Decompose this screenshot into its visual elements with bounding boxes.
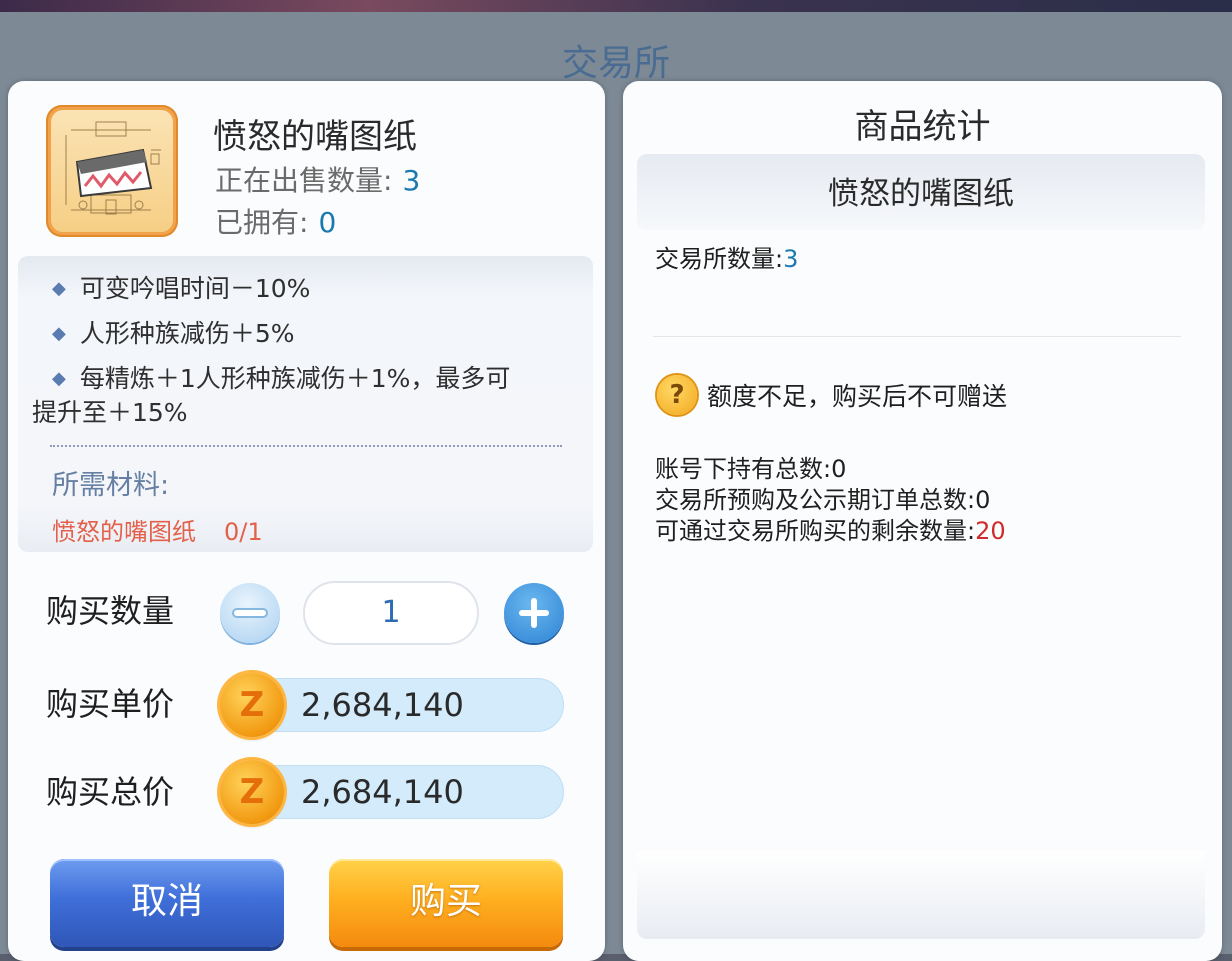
- material-name: 愤怒的嘴图纸: [52, 518, 196, 546]
- total-price-value: 2,684,140: [301, 773, 464, 811]
- held-total-value: 0: [831, 455, 847, 483]
- stats-title: 商品统计: [854, 107, 991, 147]
- stats-item-name: 愤怒的嘴图纸: [828, 176, 1014, 212]
- exchange-title: 交易所: [561, 43, 670, 84]
- minus-icon: [234, 610, 266, 616]
- unit-price-label: 购买单价: [46, 685, 175, 723]
- help-icon[interactable]: ?: [657, 375, 697, 415]
- effect-item: ◆ 可变吟唱时间－10%: [52, 274, 311, 303]
- decrease-quantity-button[interactable]: [220, 583, 280, 643]
- on-sale-value: 3: [402, 164, 421, 197]
- item-icon-frame: [46, 105, 178, 237]
- owned-value: 0: [318, 206, 337, 239]
- increase-quantity-button[interactable]: [504, 583, 564, 643]
- material-item: 愤怒的嘴图纸 0/1: [52, 512, 263, 547]
- remaining-label: 可通过交易所购买的剩余数量:: [655, 517, 976, 545]
- divider: [653, 336, 1181, 337]
- diamond-bullet-icon: ◆: [52, 323, 66, 344]
- remaining-quantity: 可通过交易所购买的剩余数量:20: [655, 511, 1006, 546]
- unit-price-field: 2,684,140: [243, 678, 564, 732]
- held-total: 账号下持有总数:0: [655, 449, 846, 484]
- quantity-label: 购买数量: [46, 592, 175, 630]
- materials-label: 所需材料:: [52, 470, 170, 501]
- effect-item: ◆ 每精炼＋1人形种族减伤＋1%，最多可 提升至＋15%: [32, 362, 572, 430]
- held-total-label: 账号下持有总数:: [655, 455, 832, 483]
- item-name: 愤怒的嘴图纸: [213, 117, 417, 157]
- divider: [50, 445, 562, 447]
- unit-price-value: 2,684,140: [301, 686, 464, 724]
- diamond-bullet-icon: ◆: [52, 278, 66, 299]
- owned-label: 已拥有:: [215, 206, 309, 239]
- stats-item-header: 愤怒的嘴图纸: [637, 154, 1205, 230]
- on-sale-label: 正在出售数量:: [215, 164, 393, 197]
- exchange-quantity: 交易所数量:3: [655, 239, 798, 274]
- blueprint-icon: [51, 110, 173, 232]
- cancel-button[interactable]: 取消: [50, 859, 284, 947]
- owned-info: 已拥有: 0: [215, 201, 336, 241]
- exchange-quantity-label: 交易所数量:: [655, 245, 784, 273]
- effects-box: ◆ 可变吟唱时间－10% ◆ 人形种族减伤＋5% ◆ 每精炼＋1人形种族减伤＋1%，最…: [18, 256, 593, 552]
- buy-button[interactable]: 购买: [329, 859, 563, 947]
- on-sale-info: 正在出售数量: 3: [215, 159, 420, 199]
- exchange-quantity-value: 3: [783, 245, 799, 273]
- effect-continuation: 提升至＋15%: [32, 398, 188, 427]
- quantity-input[interactable]: 1: [303, 581, 479, 645]
- preorder-total: 交易所预购及公示期订单总数:0: [655, 480, 990, 515]
- zeny-coin-icon: Z: [220, 760, 284, 824]
- preorder-label: 交易所预购及公示期订单总数:: [655, 486, 976, 514]
- background-scene: [0, 0, 1232, 12]
- material-count: 0/1: [224, 518, 263, 546]
- stats-panel: 商品统计 愤怒的嘴图纸 交易所数量:3 ? 额度不足，购买后不可赠送 账号下持有…: [623, 81, 1222, 961]
- remaining-value: 20: [975, 517, 1006, 545]
- zeny-coin-icon: Z: [220, 673, 284, 737]
- total-price-label: 购买总价: [46, 773, 175, 811]
- diamond-bullet-icon: ◆: [52, 368, 66, 389]
- total-price-field: 2,684,140: [243, 765, 564, 819]
- quota-warning: 额度不足，购买后不可赠送: [707, 382, 1008, 411]
- stats-footer: [637, 851, 1205, 939]
- effect-item: ◆ 人形种族减伤＋5%: [52, 319, 295, 348]
- purchase-panel: 愤怒的嘴图纸 正在出售数量: 3 已拥有: 0 ◆ 可变吟唱时间－10% ◆ 人形种族减…: [8, 81, 605, 961]
- preorder-value: 0: [975, 486, 991, 514]
